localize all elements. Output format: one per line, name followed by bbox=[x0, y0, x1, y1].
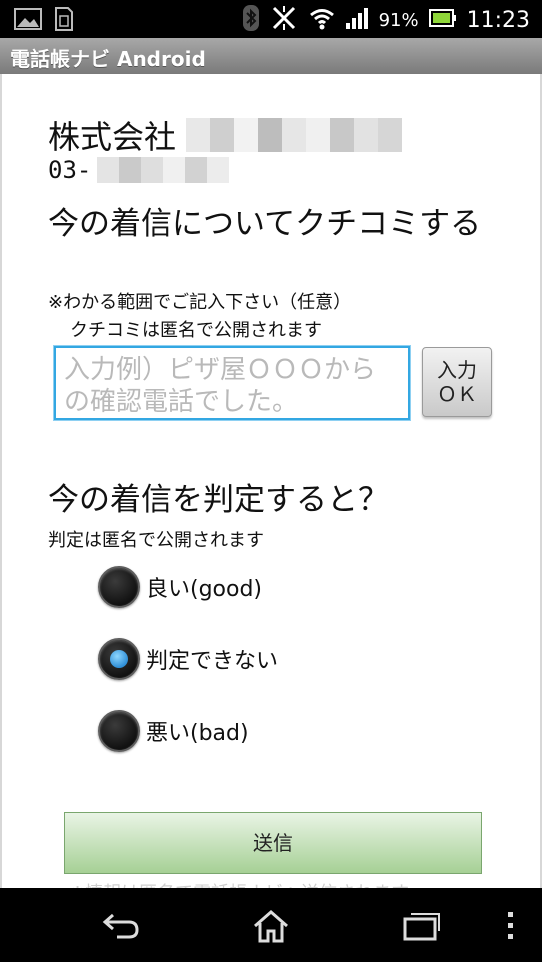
battery-percent: 91% bbox=[378, 10, 419, 31]
battery-icon bbox=[428, 8, 457, 33]
recent-apps-button[interactable] bbox=[396, 906, 446, 946]
status-left-icons bbox=[14, 6, 76, 36]
navigation-bar bbox=[0, 888, 542, 962]
footer-note: ※情報は匿名で電話帳ナビへ送信されます bbox=[70, 879, 409, 888]
phone-number-redaction bbox=[97, 157, 230, 183]
radio-label-good[interactable]: 良い(good) bbox=[146, 571, 262, 603]
radio-button-undecided[interactable] bbox=[98, 638, 140, 680]
phone-number: 03- bbox=[48, 156, 92, 184]
overflow-menu-icon bbox=[508, 912, 513, 939]
recent-apps-icon bbox=[403, 913, 440, 941]
radio-option-bad[interactable]: 悪い(bad) bbox=[98, 710, 249, 752]
signal-icon bbox=[345, 6, 369, 35]
radio-label-undecided[interactable]: 判定できない bbox=[146, 643, 278, 675]
send-button[interactable]: 送信 bbox=[64, 812, 482, 874]
company-name-redaction bbox=[186, 118, 403, 152]
status-right-icons: 91% 11:23 bbox=[242, 4, 530, 37]
ok-button-line1: 入力 bbox=[437, 358, 477, 382]
app-title-bar: 電話帳ナビ Android bbox=[0, 38, 542, 75]
content-area: 株式会社 03- 今の着信についてクチコミする ※わかる範囲でご記入下さい（任意… bbox=[0, 74, 542, 888]
review-heading: 今の着信についてクチコミする bbox=[48, 206, 482, 242]
radio-option-good[interactable]: 良い(good) bbox=[98, 566, 262, 608]
back-button[interactable] bbox=[96, 906, 146, 946]
home-icon bbox=[254, 910, 288, 943]
sim-icon bbox=[52, 6, 76, 36]
nfc-icon bbox=[269, 4, 299, 37]
radio-button-bad[interactable] bbox=[98, 710, 140, 752]
back-icon bbox=[102, 913, 139, 939]
company-name: 株式会社 bbox=[48, 118, 177, 156]
ok-button-line2: ＯＫ bbox=[437, 382, 477, 406]
judgement-note: 判定は匿名で公開されます bbox=[48, 530, 264, 551]
bluetooth-icon bbox=[242, 5, 259, 36]
status-time: 11:23 bbox=[466, 8, 530, 33]
home-button[interactable] bbox=[246, 906, 296, 946]
app-title: 電話帳ナビ Android bbox=[10, 47, 206, 71]
review-note: ※わかる範囲でご記入下さい（任意） bbox=[48, 292, 352, 313]
menu-button[interactable] bbox=[488, 906, 532, 946]
review-anonymous-note: クチコミは匿名で公開されます bbox=[70, 320, 322, 341]
gallery-icon bbox=[14, 7, 42, 35]
radio-option-undecided[interactable]: 判定できない bbox=[98, 638, 278, 680]
company-name-row: 株式会社 bbox=[48, 112, 403, 158]
status-bar: 91% 11:23 bbox=[0, 0, 542, 38]
review-input[interactable] bbox=[54, 346, 410, 420]
input-ok-button[interactable]: 入力 ＯＫ bbox=[422, 347, 492, 417]
phone-number-row: 03- bbox=[48, 156, 230, 184]
radio-label-bad[interactable]: 悪い(bad) bbox=[146, 715, 249, 747]
screen: 91% 11:23 電話帳ナビ Android 株式会社 03- 今の着信につい… bbox=[0, 0, 542, 962]
radio-button-good[interactable] bbox=[98, 566, 140, 608]
judgement-heading: 今の着信を判定すると？ bbox=[48, 482, 389, 518]
wifi-icon bbox=[309, 6, 335, 35]
